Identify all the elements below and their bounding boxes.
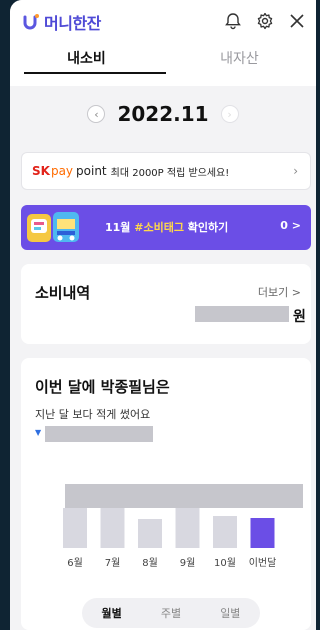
current-month: 2022.11: [117, 102, 209, 126]
sk-brand-text: SK: [32, 164, 50, 178]
app-logo[interactable]: 머니한잔: [22, 10, 101, 34]
tag-banner-text: 11월 #소비태그 확인하기: [105, 219, 228, 235]
period-monthly[interactable]: 월별: [82, 605, 141, 621]
compare-subtitle: 지난 달 보다 적게 썼어요: [35, 408, 151, 421]
period-daily[interactable]: 일별: [201, 605, 260, 621]
spending-card: 소비내역 더보기 > 원: [21, 264, 311, 344]
sk-banner-message: 최대 2000P 적립 받으세요!: [110, 167, 230, 179]
sk-pay-banner[interactable]: SK pay point 최대 2000P 적립 받으세요! ›: [21, 152, 311, 190]
close-icon[interactable]: [288, 12, 306, 30]
spending-title: 소비내역: [35, 284, 91, 302]
app-name: 머니한잔: [44, 14, 101, 33]
tag-prefix: 11월: [105, 221, 135, 234]
shopping-illustration-icon: [27, 211, 79, 244]
spending-tag-banner[interactable]: 11월 #소비태그 확인하기 0 >: [21, 205, 311, 250]
logo-icon: [22, 13, 40, 31]
more-link[interactable]: 더보기 >: [258, 284, 301, 300]
tag-suffix: 확인하기: [183, 221, 229, 234]
app-screen: 머니한잔 내소비 내자산 ‹ 2022.11 › SK pay point 최대…: [10, 0, 316, 630]
monthly-compare-card: 이번 달에 박종필님은 지난 달 보다 적게 썼어요 ▼: [21, 358, 311, 630]
sk-pay-text: pay: [50, 164, 74, 178]
period-weekly[interactable]: 주별: [141, 605, 200, 621]
top-bar: 머니한잔 내소비 내자산: [10, 0, 316, 86]
currency-unit: 원: [293, 309, 306, 325]
active-tab-indicator: [24, 72, 166, 74]
down-triangle-icon: ▼: [35, 428, 42, 437]
gear-icon[interactable]: [256, 12, 274, 30]
masked-amount: [195, 306, 289, 322]
chevron-left-icon[interactable]: ‹: [87, 105, 106, 123]
tab-assets[interactable]: 내자산: [163, 40, 316, 76]
bell-icon[interactable]: [224, 12, 242, 30]
masked-difference: [45, 426, 153, 442]
chevron-right-icon[interactable]: ›: [220, 105, 239, 123]
top-icons: [224, 12, 306, 30]
period-toggle: 월별 주별 일별: [82, 598, 260, 628]
masked-chart-overlay: [65, 484, 303, 508]
tab-spending[interactable]: 내소비: [10, 40, 163, 76]
tag-highlight: #소비태그: [134, 221, 184, 234]
sk-point-text: point: [76, 164, 107, 178]
main-tabs: 내소비 내자산: [10, 40, 316, 76]
month-selector: ‹ 2022.11 ›: [10, 96, 316, 132]
tag-count: 0 >: [280, 219, 301, 232]
chevron-right-icon: ›: [293, 164, 298, 178]
compare-title: 이번 달에 박종필님은: [35, 378, 170, 396]
